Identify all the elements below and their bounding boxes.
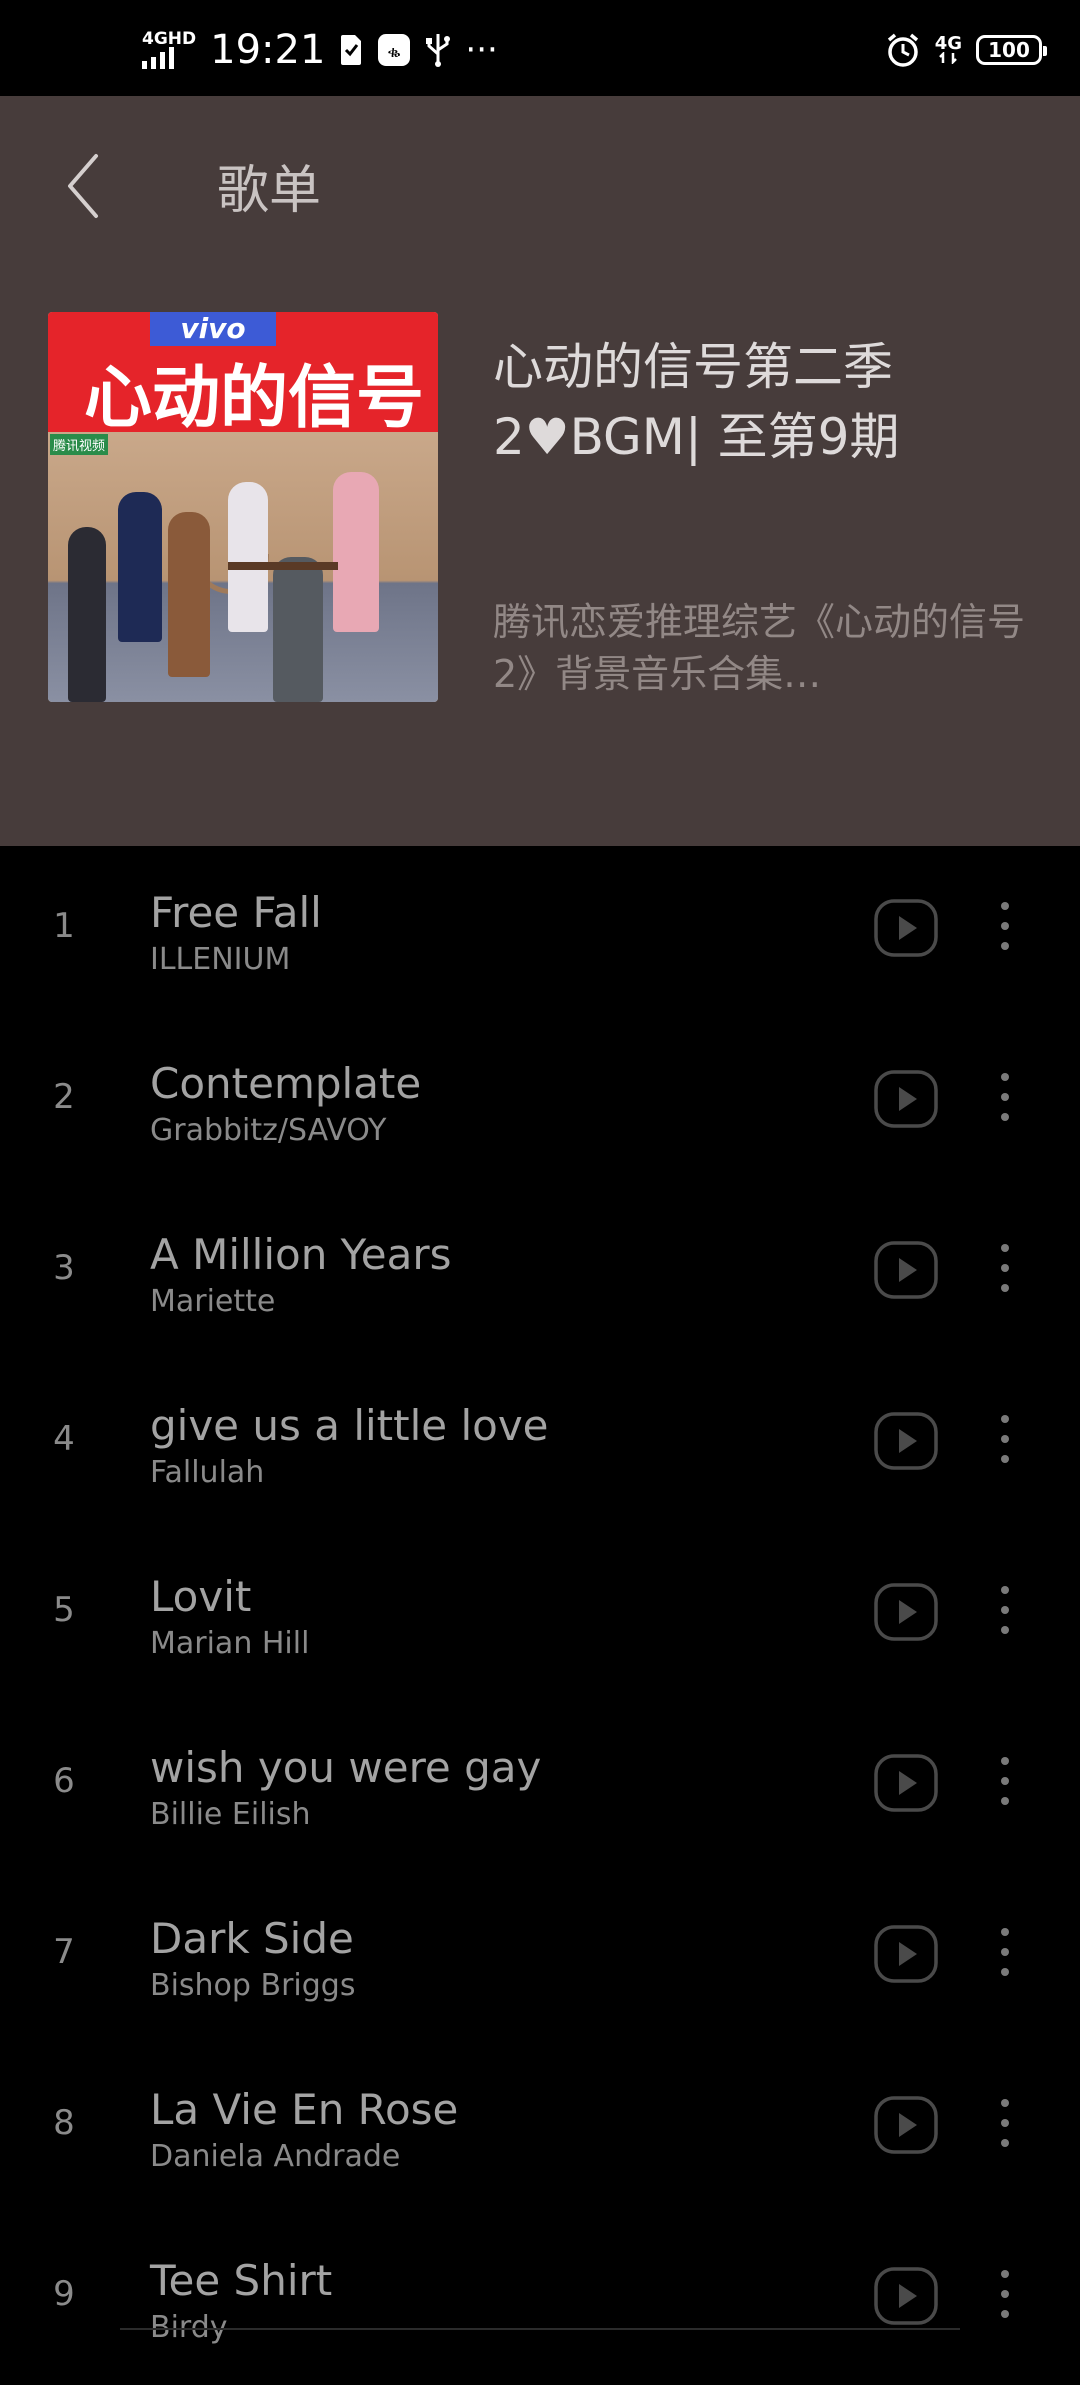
cover-table	[228, 562, 338, 570]
track-title: Contemplate	[150, 1059, 422, 1108]
status-bar-right: 4G 100	[885, 30, 1047, 70]
cover-tag: 腾讯视频	[50, 434, 109, 455]
app-notification-icon: ቈ	[377, 33, 411, 67]
chevron-left-icon	[68, 154, 98, 218]
play-video-icon[interactable]	[874, 1925, 938, 1983]
playlist-header: 歌单 vivo 心动的信号 腾讯视频 心动的信号第二季2♥BGM| 至第9期 腾…	[0, 96, 1080, 846]
track-artist: Mariette	[150, 1284, 276, 1319]
playlist-title: 心动的信号第二季2♥BGM| 至第9期	[493, 338, 900, 466]
play-video-icon[interactable]	[874, 899, 938, 957]
track-number: 7	[53, 1932, 75, 1972]
track-number: 4	[53, 1419, 75, 1459]
status-bar: 4GHD 19:21 ቈ ··· 4G 100	[0, 0, 1080, 96]
track-title: Lovit	[150, 1572, 252, 1621]
play-video-icon[interactable]	[874, 1070, 938, 1128]
play-video-icon[interactable]	[874, 2096, 938, 2154]
track-row[interactable]: 8 La Vie En Rose Daniela Andrade	[0, 2043, 1080, 2214]
track-artist: Fallulah	[150, 1455, 265, 1490]
play-video-icon[interactable]	[874, 1754, 938, 1812]
usb-icon	[425, 32, 451, 68]
signal-bars-icon	[142, 47, 174, 69]
track-title: Free Fall	[150, 888, 322, 937]
battery-icon: 100	[976, 35, 1047, 65]
track-artist: Daniela Andrade	[150, 2139, 401, 2174]
cover-person	[118, 492, 162, 642]
cover-banner: vivo 心动的信号	[48, 312, 438, 438]
more-options-icon[interactable]	[990, 1751, 1020, 1811]
clock-time: 19:21	[210, 27, 326, 73]
playlist-description[interactable]: 腾讯恋爱推理综艺《心动的信号2》背景音乐合集…	[493, 596, 1033, 700]
cover-person	[68, 527, 106, 702]
back-button[interactable]	[60, 146, 120, 226]
track-title: Tee Shirt	[150, 2256, 333, 2305]
track-number: 9	[53, 2274, 75, 2314]
track-artist: Marian Hill	[150, 1626, 310, 1661]
track-list: 1 Free Fall ILLENIUM 2 Contemplate Grabb…	[0, 846, 1080, 2385]
track-row[interactable]: 3 A Million Years Mariette	[0, 1188, 1080, 1359]
sim-card-icon	[339, 33, 363, 67]
status-bar-left: 4GHD 19:21 ቈ ···	[142, 27, 498, 73]
track-row[interactable]: 6 wish you were gay Billie Eilish	[0, 1701, 1080, 1872]
network-type-label: 4GHD	[142, 29, 197, 49]
more-notifications-icon: ···	[465, 30, 498, 70]
track-row[interactable]: 9 Tee Shirt Birdy	[0, 2214, 1080, 2385]
play-video-icon[interactable]	[874, 2267, 938, 2325]
alarm-icon	[885, 32, 921, 68]
track-title: give us a little love	[150, 1401, 549, 1450]
data-indicator: 4G	[934, 33, 962, 64]
more-options-icon[interactable]	[990, 1238, 1020, 1298]
page-title: 歌单	[217, 161, 322, 221]
track-row[interactable]: 2 Contemplate Grabbitz/SAVOY	[0, 1017, 1080, 1188]
track-title: Dark Side	[150, 1914, 354, 1963]
play-video-icon[interactable]	[874, 1241, 938, 1299]
track-title: A Million Years	[150, 1230, 452, 1279]
svg-text:ቈ: ቈ	[388, 42, 401, 61]
track-artist: ILLENIUM	[150, 942, 291, 977]
track-title: wish you were gay	[150, 1743, 542, 1792]
track-row[interactable]: 1 Free Fall ILLENIUM	[0, 846, 1080, 1017]
track-number: 2	[53, 1077, 75, 1117]
playlist-cover-image[interactable]: vivo 心动的信号 腾讯视频	[48, 312, 438, 702]
network-type-right: 4G	[934, 33, 962, 54]
cover-person	[168, 512, 210, 677]
track-artist: Grabbitz/SAVOY	[150, 1113, 387, 1148]
play-video-icon[interactable]	[874, 1412, 938, 1470]
more-options-icon[interactable]	[990, 1409, 1020, 1469]
more-options-icon[interactable]	[990, 1067, 1020, 1127]
track-number: 3	[53, 1248, 75, 1288]
track-row[interactable]: 7 Dark Side Bishop Briggs	[0, 1872, 1080, 2043]
track-row[interactable]: 5 Lovit Marian Hill	[0, 1530, 1080, 1701]
track-number: 5	[53, 1590, 75, 1630]
cover-brand: vivo	[150, 312, 276, 346]
cover-show-title: 心动的信号	[84, 359, 425, 438]
battery-level: 100	[988, 38, 1030, 62]
cover-person	[273, 557, 323, 702]
track-number: 8	[53, 2103, 75, 2143]
cover-person	[228, 482, 268, 632]
more-options-icon[interactable]	[990, 1580, 1020, 1640]
play-video-icon[interactable]	[874, 1583, 938, 1641]
track-number: 1	[53, 906, 75, 946]
track-number: 6	[53, 1761, 75, 1801]
track-artist: Billie Eilish	[150, 1797, 311, 1832]
data-arrows-icon	[939, 52, 958, 64]
more-options-icon[interactable]	[990, 2264, 1020, 2324]
more-options-icon[interactable]	[990, 2093, 1020, 2153]
track-row[interactable]: 4 give us a little love Fallulah	[0, 1359, 1080, 1530]
signal-group: 4GHD	[142, 31, 196, 69]
track-artist: Bishop Briggs	[150, 1968, 356, 2003]
more-options-icon[interactable]	[990, 896, 1020, 956]
cover-person	[333, 472, 379, 632]
track-title: La Vie En Rose	[150, 2085, 459, 2134]
more-options-icon[interactable]	[990, 1922, 1020, 1982]
cover-scene	[48, 432, 438, 702]
